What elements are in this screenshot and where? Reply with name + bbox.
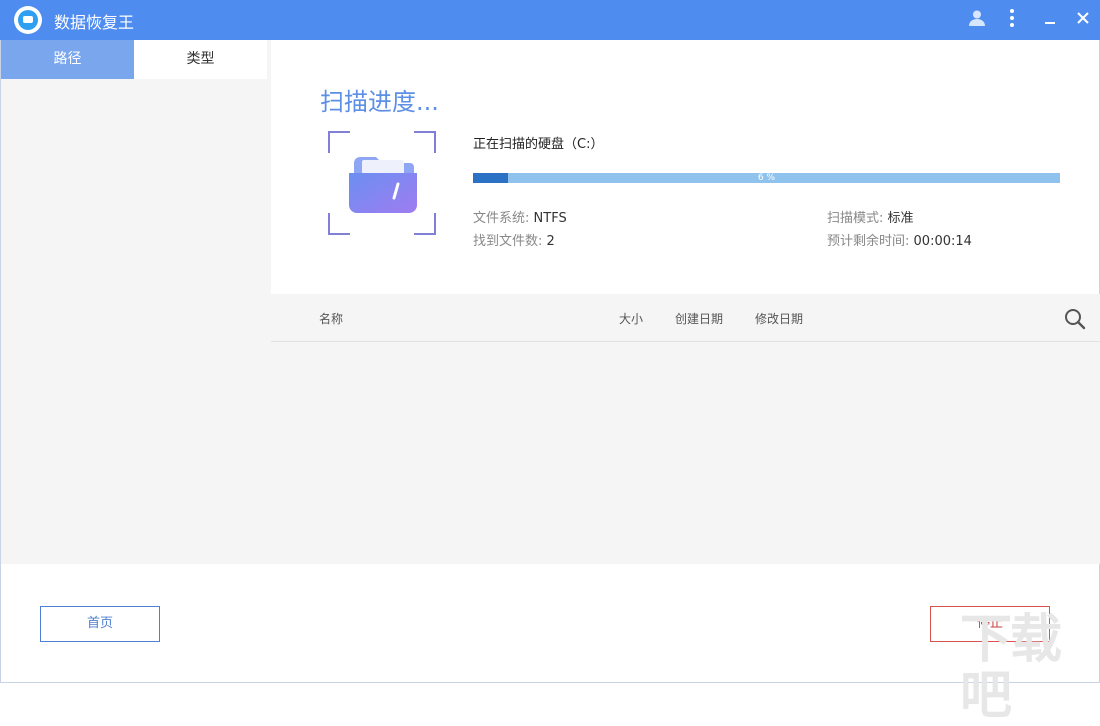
folder-icon: [349, 157, 417, 213]
watermark: 下载吧: [960, 610, 1062, 726]
scan-progress-text: 6 %: [757, 173, 776, 183]
home-button[interactable]: 首页: [40, 606, 160, 642]
filesystem-info: 文件系统: NTFS: [473, 207, 567, 226]
filesystem-label: 文件系统:: [473, 211, 530, 226]
sidebar: 路径 类型: [1, 40, 271, 564]
files-found-info: 找到文件数: 2: [473, 230, 555, 249]
tab-path[interactable]: 路径: [1, 40, 134, 79]
data-recovery-logo-icon: [14, 6, 42, 34]
scan-mode-label: 扫描模式:: [827, 211, 884, 226]
window-title: 数据恢复王: [54, 13, 135, 32]
file-table-body: [271, 342, 1100, 564]
column-modified[interactable]: 修改日期: [755, 310, 803, 327]
minimize-icon[interactable]: [1038, 8, 1062, 32]
files-found-label: 找到文件数:: [473, 234, 543, 249]
files-found-value: 2: [546, 234, 555, 249]
more-vertical-icon[interactable]: [1000, 8, 1024, 32]
scan-mode-value: 标准: [887, 211, 914, 226]
scan-progress-bar: 6 %: [473, 173, 1060, 183]
time-left-label: 预计剩余时间:: [827, 234, 910, 249]
tab-type[interactable]: 类型: [134, 40, 267, 79]
scanning-drive-label: 正在扫描的硬盘（C:）: [473, 137, 604, 152]
column-created[interactable]: 创建日期: [675, 310, 723, 327]
scan-mode-info: 扫描模式: 标准: [827, 207, 914, 226]
column-name[interactable]: 名称: [319, 310, 343, 327]
scan-heading: 扫描进度...: [320, 88, 439, 116]
filesystem-value: NTFS: [533, 211, 567, 226]
title-bar: 数据恢复王: [0, 0, 1100, 40]
column-size[interactable]: 大小: [619, 310, 643, 327]
search-icon[interactable]: [1064, 308, 1086, 330]
close-icon[interactable]: [1071, 8, 1095, 32]
user-icon[interactable]: [965, 8, 989, 32]
time-left-value: 00:00:14: [913, 234, 972, 249]
folder-illustration: [328, 131, 436, 235]
file-table-header: 名称 大小 创建日期 修改日期: [271, 294, 1100, 342]
time-left-info: 预计剩余时间: 00:00:14: [827, 230, 972, 249]
